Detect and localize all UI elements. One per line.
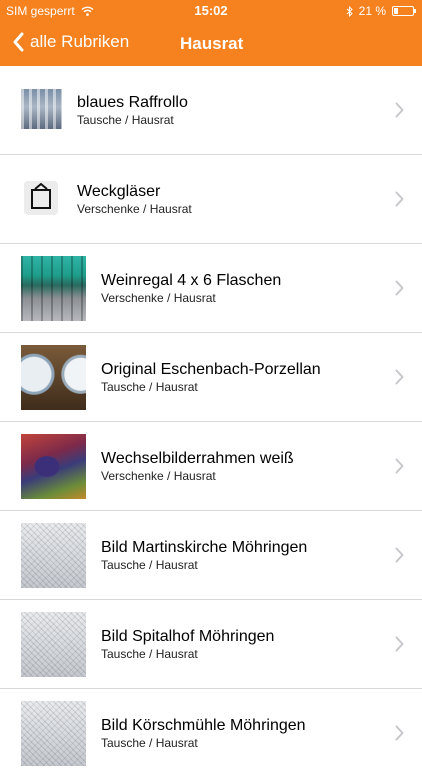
item-subtitle: Tausche / Hausrat	[101, 557, 198, 572]
item-text: Weinregal 4 x 6 Flaschen Verschenke / Ha…	[101, 244, 281, 332]
status-right-group: 21 %	[346, 4, 416, 18]
chevron-right-icon	[395, 280, 404, 296]
item-title: Bild Martinskirche Möhringen	[101, 538, 308, 556]
battery-level	[394, 8, 398, 14]
placeholder-image-icon	[24, 181, 58, 215]
item-subtitle: Tausche / Hausrat	[101, 646, 198, 661]
item-text: Bild Martinskirche Möhringen Tausche / H…	[101, 511, 307, 599]
item-subtitle: Verschenke / Hausrat	[77, 201, 192, 216]
item-thumbnail	[21, 701, 86, 766]
item-title: Original Eschenbach-Porzellan	[101, 360, 321, 378]
item-title: Bild Körschmühle Möhringen	[101, 717, 306, 734]
item-text: Wechselbilderrahmen weiß Verschenke / Ha…	[101, 422, 294, 510]
item-title: blaues Raffrollo	[77, 93, 188, 111]
item-text: Original Eschenbach-Porzellan Tausche / …	[101, 333, 321, 421]
chevron-right-icon	[395, 191, 404, 207]
item-title: Weinregal 4 x 6 Flaschen	[101, 271, 282, 289]
chevron-right-icon	[395, 102, 404, 118]
item-thumbnail	[21, 345, 86, 410]
list-item[interactable]: Wechselbilderrahmen weiß Verschenke / Ha…	[0, 422, 422, 511]
navigation-bar: alle Rubriken Hausrat	[0, 22, 422, 66]
bluetooth-icon	[346, 5, 353, 17]
item-text: blaues Raffrollo Tausche / Hausrat	[77, 66, 188, 154]
item-title: Weckgläser	[77, 182, 161, 200]
item-text: Bild Spitalhof Möhringen Tausche / Hausr…	[101, 600, 274, 688]
item-thumbnail	[21, 89, 62, 129]
list-item[interactable]: Original Eschenbach-Porzellan Tausche / …	[0, 333, 422, 422]
item-title: Wechselbilderrahmen weiß	[101, 449, 294, 467]
status-bar: SIM gesperrt 15:02 21 %	[0, 0, 422, 22]
item-thumbnail	[21, 256, 86, 321]
page-title: Hausrat	[180, 34, 244, 53]
item-title: Bild Spitalhof Möhringen	[101, 627, 275, 645]
item-thumbnail	[21, 523, 86, 588]
chevron-right-icon	[395, 369, 404, 385]
list-item[interactable]: Bild Körschmühle Möhringen Tausche / Hau…	[0, 689, 422, 778]
item-subtitle: Tausche / Hausrat	[101, 736, 198, 750]
list-item[interactable]: Bild Martinskirche Möhringen Tausche / H…	[0, 511, 422, 600]
chevron-right-icon	[395, 458, 404, 474]
item-subtitle: Verschenke / Hausrat	[101, 290, 216, 305]
list-item[interactable]: Weckgläser Verschenke / Hausrat	[0, 155, 422, 244]
back-button-label: alle Rubriken	[30, 32, 130, 51]
item-subtitle: Tausche / Hausrat	[101, 379, 198, 394]
item-subtitle: Tausche / Hausrat	[77, 112, 174, 127]
chevron-right-icon	[395, 636, 404, 652]
battery-icon	[392, 6, 416, 16]
list-item[interactable]: blaues Raffrollo Tausche / Hausrat	[0, 66, 422, 155]
header: SIM gesperrt 15:02 21 % alle Rubriken Ha…	[0, 0, 422, 66]
item-thumbnail	[21, 434, 86, 499]
item-subtitle: Verschenke / Hausrat	[101, 468, 216, 483]
item-text: Bild Körschmühle Möhringen Tausche / Hau…	[101, 689, 306, 778]
chevron-right-icon	[395, 547, 404, 563]
item-thumbnail	[21, 612, 86, 677]
list-item[interactable]: Bild Spitalhof Möhringen Tausche / Hausr…	[0, 600, 422, 689]
battery-percentage: 21 %	[358, 4, 386, 18]
chevron-right-icon	[395, 725, 404, 741]
item-text: Weckgläser Verschenke / Hausrat	[77, 155, 192, 243]
back-button[interactable]: alle Rubriken	[12, 32, 129, 52]
chevron-left-icon	[13, 32, 24, 52]
list-item[interactable]: Weinregal 4 x 6 Flaschen Verschenke / Ha…	[0, 244, 422, 333]
item-list: blaues Raffrollo Tausche / Hausrat Weckg…	[0, 66, 422, 778]
